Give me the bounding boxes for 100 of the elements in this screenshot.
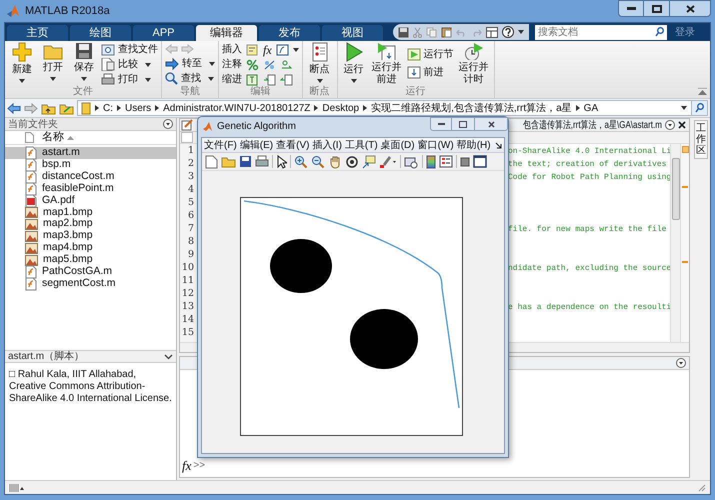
name-column-header[interactable]: 名称 xyxy=(42,129,64,146)
folder-icon xyxy=(221,155,236,168)
new-button[interactable]: 新建 xyxy=(8,41,36,86)
new-document-icon xyxy=(205,154,218,168)
menu-item[interactable]: 插入(I) xyxy=(312,138,342,152)
colorbar-icon xyxy=(426,154,436,168)
ribbon-tab[interactable]: 视图 xyxy=(322,25,383,41)
print-button[interactable]: 打印 xyxy=(101,72,158,86)
find-files-button[interactable]: 查找文件 xyxy=(101,42,158,57)
line-number: 11 xyxy=(180,274,195,287)
caret-icon xyxy=(208,76,214,80)
panel-menu-icon[interactable] xyxy=(665,120,675,130)
file-list-item[interactable]: astart.m xyxy=(5,147,176,159)
file-list-item[interactable]: feasiblePoint.m xyxy=(5,182,176,195)
line-number: 14 xyxy=(180,313,195,326)
sort-ascending-icon xyxy=(67,136,74,140)
file-list-item[interactable]: GA.pdf xyxy=(5,194,176,206)
close-button[interactable] xyxy=(474,117,508,131)
menu-item[interactable]: 工具(T) xyxy=(344,138,378,152)
file-list-item[interactable]: map5.bmp xyxy=(5,254,176,266)
function-browser-button[interactable]: fx xyxy=(182,459,192,473)
script-file-icon xyxy=(25,182,37,196)
play-icon xyxy=(344,42,363,62)
open-button[interactable]: 打开 xyxy=(39,41,67,86)
function-button[interactable]: fx xyxy=(263,44,272,56)
menu-item[interactable]: 查看(V) xyxy=(276,138,310,152)
menu-item[interactable]: 帮助(H) xyxy=(456,138,491,152)
run-advance-icon xyxy=(376,42,397,60)
caret-icon xyxy=(292,48,299,52)
compare-button[interactable]: 比较 xyxy=(101,57,158,72)
panel-menu-icon[interactable] xyxy=(676,358,686,368)
maximize-button[interactable] xyxy=(452,117,474,131)
caret-icon xyxy=(145,62,151,66)
outdent-icon xyxy=(280,74,293,86)
run-and-time-button[interactable]: 运行并计时 xyxy=(456,41,491,86)
status-square-icon xyxy=(682,146,688,153)
file-list-item[interactable]: map1.bmp xyxy=(5,206,176,218)
path-bar[interactable]: C: Users Administrator.WIN7U-20180127Z Desktop 实现二维路径规划,包含遗传算法,rrt算法，a星 GA xyxy=(77,100,708,116)
menu-item[interactable]: 编辑(E) xyxy=(240,138,274,152)
resize-grip-icon xyxy=(698,484,706,492)
maximize-button[interactable] xyxy=(644,0,669,17)
help-icon xyxy=(502,26,514,38)
indent-button[interactable]: 缩进 xyxy=(222,72,242,86)
breakpoints-button[interactable]: 断点 xyxy=(306,41,334,86)
ribbon-group-label: 编辑 xyxy=(249,86,272,98)
indent-icon xyxy=(263,74,276,86)
run-and-advance-button[interactable]: 运行并前进 xyxy=(370,41,404,86)
ribbon-tab[interactable]: 发布 xyxy=(259,25,320,41)
find-button[interactable]: 查找 xyxy=(165,71,215,86)
ribbon-tab[interactable]: 主页 xyxy=(7,25,68,41)
vertical-scrollbar[interactable] xyxy=(670,144,680,342)
chevron-icon xyxy=(117,105,121,111)
file-list-item[interactable]: PathCostGA.m xyxy=(5,266,176,278)
file-list-item[interactable]: distanceCost.m xyxy=(5,170,176,183)
legend-icon xyxy=(439,155,453,168)
file-list-item[interactable]: bsp.m xyxy=(5,158,176,171)
path-crumb[interactable]: Desktop xyxy=(322,100,360,116)
path-crumb[interactable]: C: xyxy=(103,100,113,116)
ribbon-tab[interactable]: 绘图 xyxy=(70,25,131,41)
warning-marker-icon xyxy=(682,261,688,263)
menu-item[interactable]: 窗口(W) xyxy=(418,138,454,152)
go-to-button[interactable]: 转至 xyxy=(165,56,215,71)
line-number: 13 xyxy=(180,300,195,313)
chevron-icon xyxy=(363,105,368,111)
ribbon-tab[interactable]: APP xyxy=(133,25,194,41)
login-link[interactable]: 登录 xyxy=(675,24,695,40)
chevron-down-icon[interactable] xyxy=(164,354,173,360)
script-file-icon xyxy=(25,276,37,291)
ribbon-tab[interactable]: 编辑器 xyxy=(196,25,257,41)
path-crumb[interactable]: GA xyxy=(584,100,598,116)
advance-button[interactable]: 前进 xyxy=(406,65,454,80)
path-crumb[interactable]: Administrator.WIN7U-20180127Z xyxy=(163,100,310,116)
insert-button[interactable]: 插入 xyxy=(222,42,242,57)
comment-button[interactable]: 注释 xyxy=(222,57,242,72)
chevron-icon xyxy=(314,105,318,111)
panel-menu-icon[interactable] xyxy=(163,119,173,129)
script-file-icon xyxy=(25,264,37,279)
minimize-button[interactable] xyxy=(430,117,452,131)
line-number: 4 xyxy=(186,183,195,196)
menu-item[interactable]: 文件(F) xyxy=(204,138,237,152)
square-icon xyxy=(460,156,470,166)
path-crumb[interactable]: Users xyxy=(125,100,152,116)
menu-item[interactable]: 桌面(D) xyxy=(380,138,415,152)
close-button[interactable] xyxy=(669,0,711,17)
path-crumb[interactable]: 实现二维路径规划,包含遗传算法,rrt算法，a星 xyxy=(371,100,572,116)
file-list-item[interactable]: map2.bmp xyxy=(5,218,176,230)
close-icon[interactable] xyxy=(678,121,686,129)
save-button[interactable]: 保存 xyxy=(70,41,98,86)
folder-search-icon xyxy=(101,43,115,56)
chevron-icon xyxy=(576,105,580,111)
file-list-item[interactable]: map4.bmp xyxy=(5,242,176,254)
file-list-item[interactable]: map3.bmp xyxy=(5,230,176,242)
file-list-item[interactable]: segmentCost.m xyxy=(5,278,176,290)
uncomment-icon xyxy=(263,58,276,70)
workspace-tab[interactable]: 工作区 xyxy=(694,120,708,159)
run-button[interactable]: 运行 xyxy=(340,41,367,86)
run-section-button[interactable]: 运行节 xyxy=(406,47,454,62)
dock-arrow-icon[interactable] xyxy=(495,142,502,148)
image-file-icon xyxy=(25,218,38,230)
minimize-button[interactable] xyxy=(618,0,644,17)
